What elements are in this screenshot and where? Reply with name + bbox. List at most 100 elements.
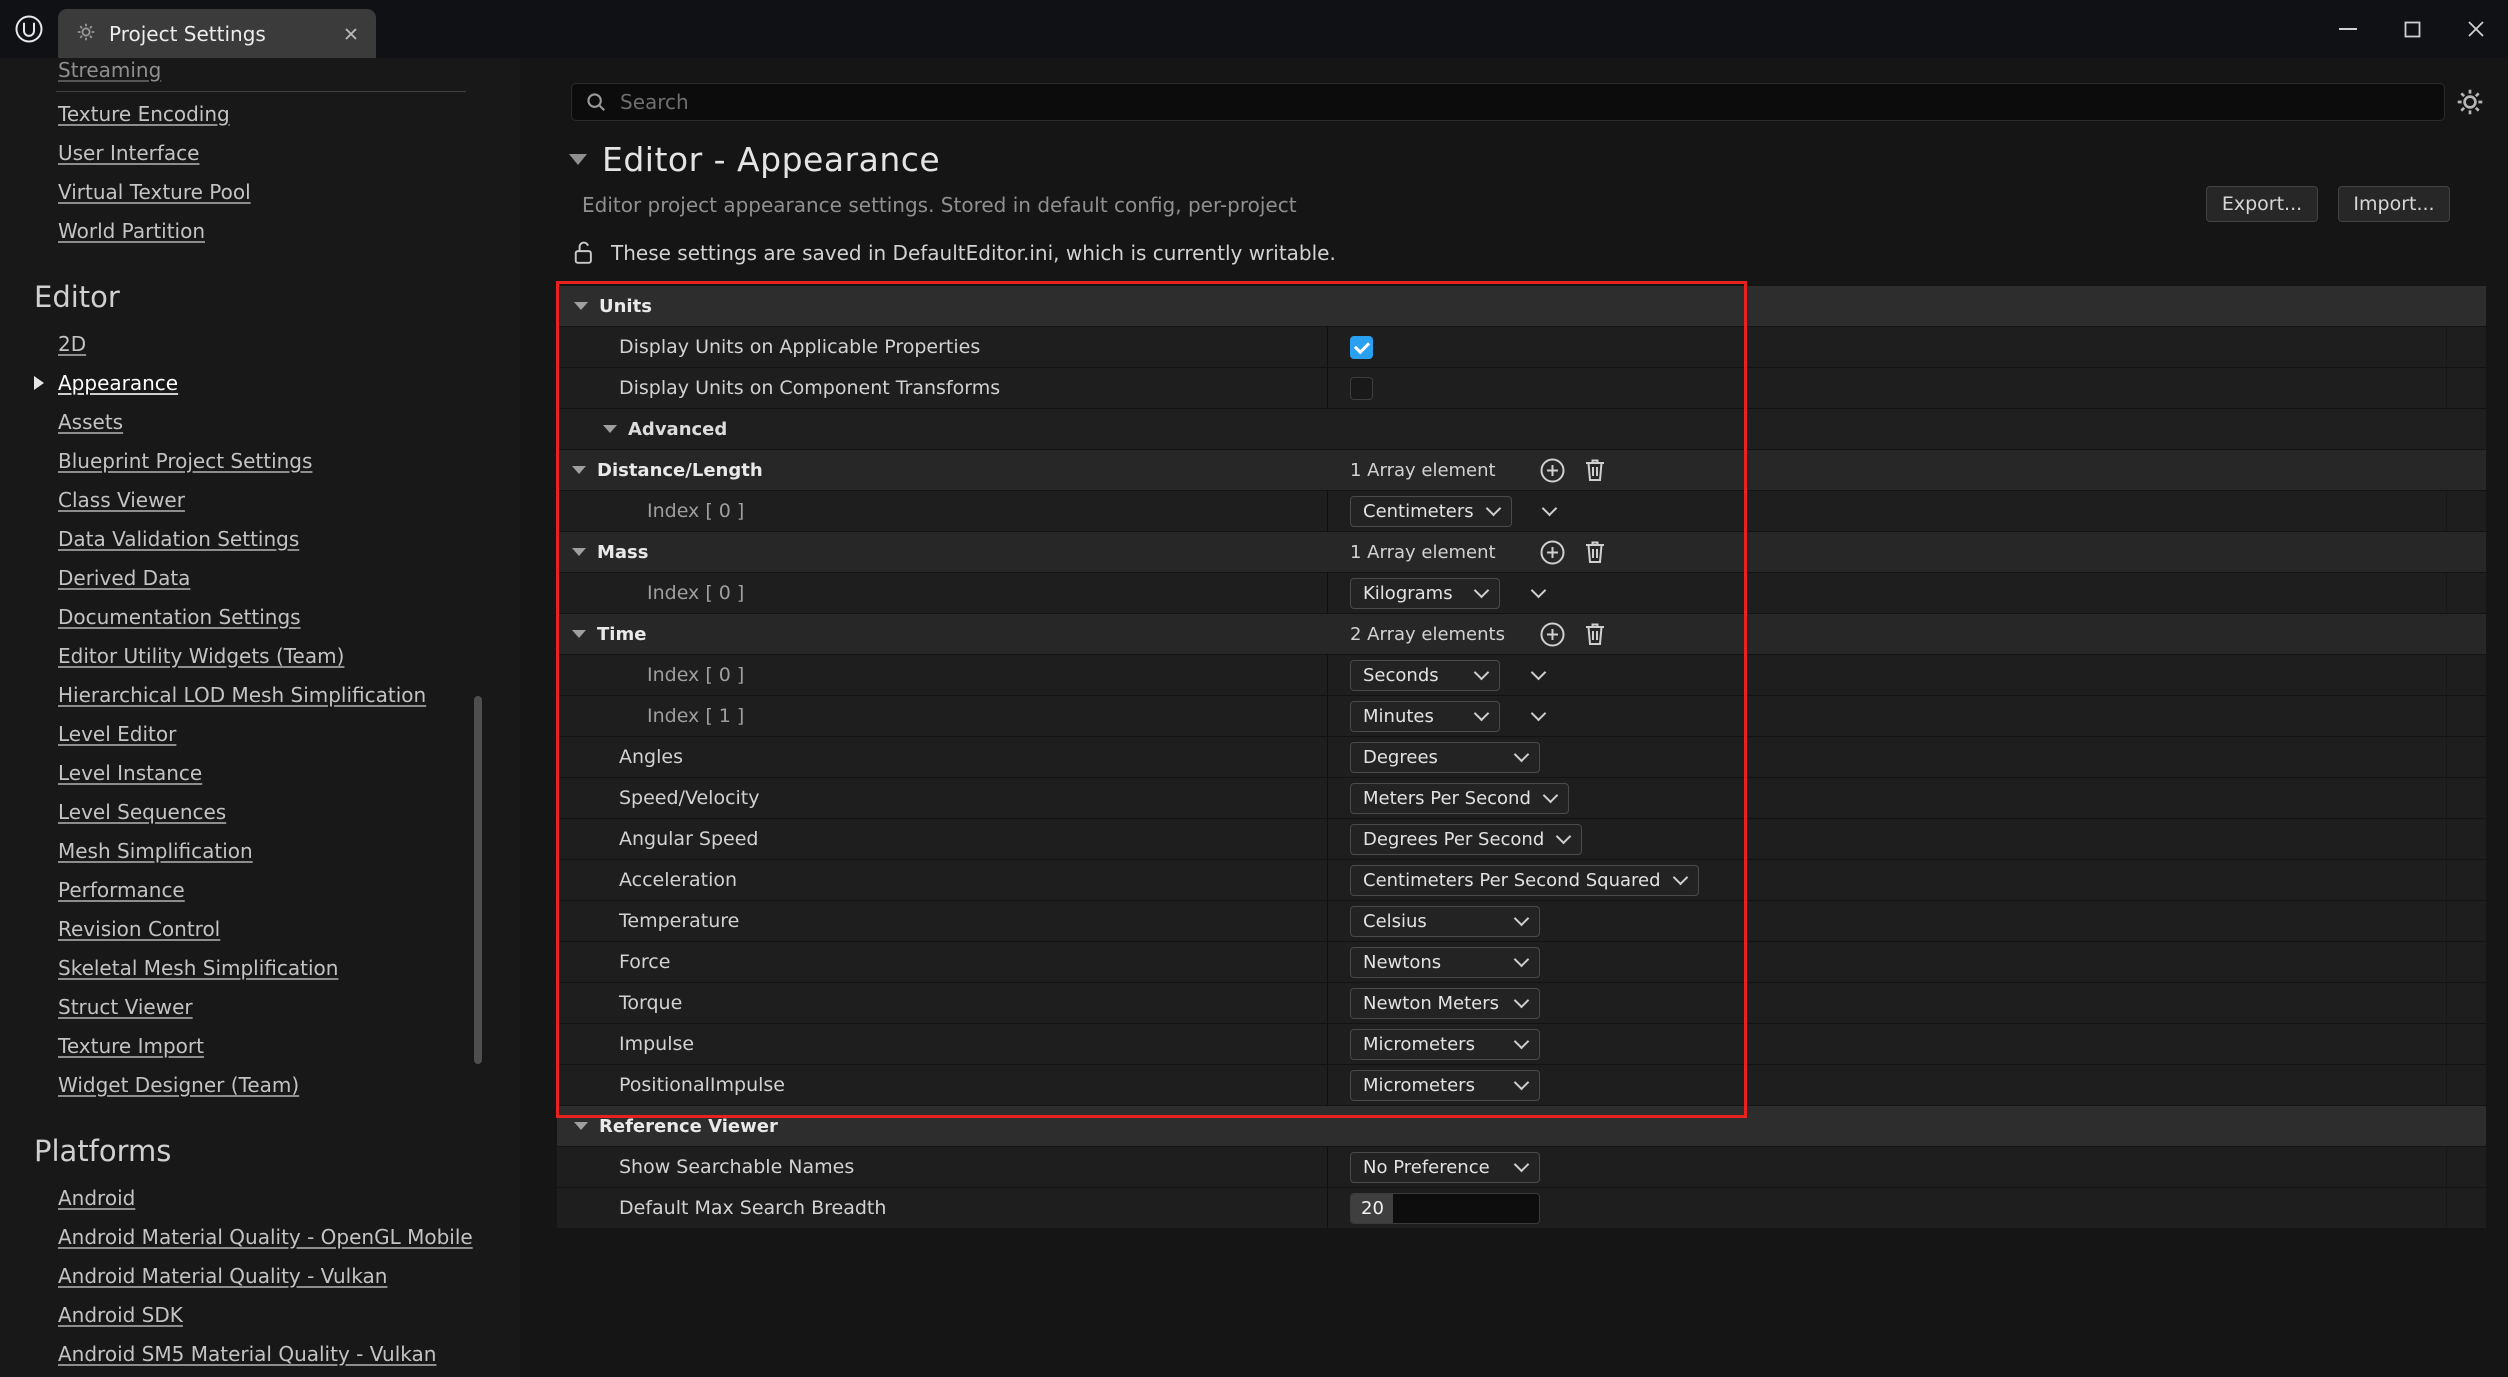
setting-value-cell xyxy=(1328,368,2486,408)
search-input[interactable] xyxy=(618,89,2431,115)
sidebar-item-hierarchical-lod-mesh-simplification[interactable]: Hierarchical LOD Mesh Simplification xyxy=(0,675,520,714)
number-value: 20 xyxy=(1351,1198,1384,1219)
sidebar-section-editor: Editor xyxy=(0,250,520,324)
maximize-button[interactable] xyxy=(2380,0,2444,58)
setting-value-cell: Celsius xyxy=(1328,901,2486,941)
sidebar-item-user-interface[interactable]: User Interface xyxy=(0,133,520,172)
sidebar-item-revision-control[interactable]: Revision Control xyxy=(0,909,520,948)
dropdown-angular-speed[interactable]: Degrees Per Second xyxy=(1350,824,1582,855)
sidebar-item-android-sm5-material-quality-vulkan[interactable]: Android SM5 Material Quality - Vulkan xyxy=(0,1334,520,1373)
sidebar-item-appearance[interactable]: Appearance xyxy=(0,363,520,402)
sidebar-scrollbar[interactable] xyxy=(474,696,482,1064)
element-options-button[interactable] xyxy=(1518,660,1558,691)
sidebar-item-label: Virtual Texture Pool xyxy=(58,180,251,204)
sidebar-item-level-editor[interactable]: Level Editor xyxy=(0,714,520,753)
dropdown-unit[interactable]: Seconds xyxy=(1350,660,1500,691)
sidebar-item-android-material-quality-vulkan[interactable]: Android Material Quality - Vulkan xyxy=(0,1256,520,1295)
advanced-label: Advanced xyxy=(628,419,727,440)
sidebar-item-blueprint-project-settings[interactable]: Blueprint Project Settings xyxy=(0,441,520,480)
sidebar-item-streaming[interactable]: Streaming xyxy=(0,58,520,89)
sidebar-item-derived-data[interactable]: Derived Data xyxy=(0,558,520,597)
sidebar-item-android[interactable]: Android xyxy=(0,1178,520,1217)
window-controls xyxy=(2316,0,2508,58)
delete-elements-button[interactable] xyxy=(1583,621,1607,647)
sidebar-item-texture-import[interactable]: Texture Import xyxy=(0,1026,520,1065)
dropdown-force[interactable]: Newtons xyxy=(1350,947,1540,978)
element-options-button[interactable] xyxy=(1530,496,1570,527)
unreal-engine-logo-icon[interactable] xyxy=(0,0,58,58)
array-header-row-mass[interactable]: Mass 1 Array element xyxy=(557,532,2486,573)
sidebar-item-label: Struct Viewer xyxy=(58,995,193,1019)
add-element-button[interactable] xyxy=(1539,457,1566,484)
sidebar-item-label: Performance xyxy=(58,878,185,902)
sidebar-item-skeletal-mesh-simplification[interactable]: Skeletal Mesh Simplification xyxy=(0,948,520,987)
view-options-gear-icon[interactable] xyxy=(2452,84,2488,120)
element-options-button[interactable] xyxy=(1518,701,1558,732)
add-element-button[interactable] xyxy=(1539,621,1566,648)
import-button[interactable]: Import... xyxy=(2338,186,2450,222)
setting-name-cell: Index [ 1 ] xyxy=(557,696,1328,736)
dropdown-unit[interactable]: Minutes xyxy=(1350,701,1500,732)
sidebar-item-data-validation-settings[interactable]: Data Validation Settings xyxy=(0,519,520,558)
checkbox-unchecked[interactable] xyxy=(1350,377,1373,400)
number-input-max-search-breadth[interactable]: 20 xyxy=(1350,1193,1540,1224)
sidebar-item-label: Android xyxy=(58,1186,135,1210)
sidebar-item-label: Revision Control xyxy=(58,917,220,941)
setting-label: Show Searchable Names xyxy=(619,1156,854,1178)
dropdown-positional-impulse[interactable]: Micrometers xyxy=(1350,1070,1540,1101)
checkbox-checked[interactable] xyxy=(1350,336,1373,359)
delete-elements-button[interactable] xyxy=(1583,457,1607,483)
sidebar-item-android-sdk[interactable]: Android SDK xyxy=(0,1295,520,1334)
collapse-section-icon[interactable] xyxy=(569,154,587,165)
close-button[interactable] xyxy=(2444,0,2508,58)
tab-close-icon[interactable] xyxy=(344,27,358,41)
setting-name-cell: Torque xyxy=(557,983,1328,1023)
sidebar-item-widget-designer[interactable]: Widget Designer (Team) xyxy=(0,1065,520,1104)
tab-project-settings[interactable]: Project Settings xyxy=(58,9,376,58)
unlock-icon xyxy=(573,240,595,265)
sidebar-item-class-viewer[interactable]: Class Viewer xyxy=(0,480,520,519)
setting-name-cell: PositionalImpulse xyxy=(557,1065,1328,1105)
sidebar-item-assets[interactable]: Assets xyxy=(0,402,520,441)
dropdown-show-searchable-names[interactable]: No Preference xyxy=(1350,1152,1540,1183)
sidebar-item-editor-utility-widgets[interactable]: Editor Utility Widgets (Team) xyxy=(0,636,520,675)
setting-name-cell: Show Searchable Names xyxy=(557,1147,1328,1187)
sidebar-item-label: Appearance xyxy=(58,371,178,395)
category-row-reference-viewer[interactable]: Reference Viewer xyxy=(557,1106,2486,1147)
dropdown-value: Minutes xyxy=(1363,706,1434,727)
setting-label: Torque xyxy=(619,992,682,1014)
chevron-down-icon xyxy=(1543,788,1559,804)
dropdown-speed-velocity[interactable]: Meters Per Second xyxy=(1350,783,1569,814)
dropdown-angles[interactable]: Degrees xyxy=(1350,742,1540,773)
search-bar xyxy=(571,83,2445,121)
dropdown-acceleration[interactable]: Centimeters Per Second Squared xyxy=(1350,865,1699,896)
sidebar-item-virtual-texture-pool[interactable]: Virtual Texture Pool xyxy=(0,172,520,211)
sidebar-item-world-partition[interactable]: World Partition xyxy=(0,211,520,250)
sidebar-item-struct-viewer[interactable]: Struct Viewer xyxy=(0,987,520,1026)
minimize-button[interactable] xyxy=(2316,0,2380,58)
dropdown-value: Newtons xyxy=(1363,952,1441,973)
sidebar-item-2d[interactable]: 2D xyxy=(0,324,520,363)
category-row-units[interactable]: Units xyxy=(557,286,2486,327)
sidebar-item-texture-encoding[interactable]: Texture Encoding xyxy=(0,94,520,133)
export-button[interactable]: Export... xyxy=(2206,186,2318,222)
dropdown-unit[interactable]: Kilograms xyxy=(1350,578,1500,609)
advanced-expander-row[interactable]: Advanced xyxy=(557,409,2486,450)
dropdown-impulse[interactable]: Micrometers xyxy=(1350,1029,1540,1060)
array-header-row-distance-length[interactable]: Distance/Length 1 Array element xyxy=(557,450,2486,491)
dropdown-torque[interactable]: Newton Meters xyxy=(1350,988,1540,1019)
sidebar-item-level-instance[interactable]: Level Instance xyxy=(0,753,520,792)
sidebar-item-level-sequences[interactable]: Level Sequences xyxy=(0,792,520,831)
sidebar-item-label: Texture Encoding xyxy=(58,102,230,126)
element-options-button[interactable] xyxy=(1518,578,1558,609)
array-header-row-time[interactable]: Time 2 Array elements xyxy=(557,614,2486,655)
sidebar-item-documentation-settings[interactable]: Documentation Settings xyxy=(0,597,520,636)
sidebar-item-performance[interactable]: Performance xyxy=(0,870,520,909)
dropdown-unit[interactable]: Centimeters xyxy=(1350,496,1512,527)
add-element-button[interactable] xyxy=(1539,539,1566,566)
sidebar-item-label: Skeletal Mesh Simplification xyxy=(58,956,338,980)
sidebar-item-mesh-simplification[interactable]: Mesh Simplification xyxy=(0,831,520,870)
dropdown-temperature[interactable]: Celsius xyxy=(1350,906,1540,937)
sidebar-item-android-material-quality-opengl-mobile[interactable]: Android Material Quality - OpenGL Mobile xyxy=(0,1217,520,1256)
delete-elements-button[interactable] xyxy=(1583,539,1607,565)
